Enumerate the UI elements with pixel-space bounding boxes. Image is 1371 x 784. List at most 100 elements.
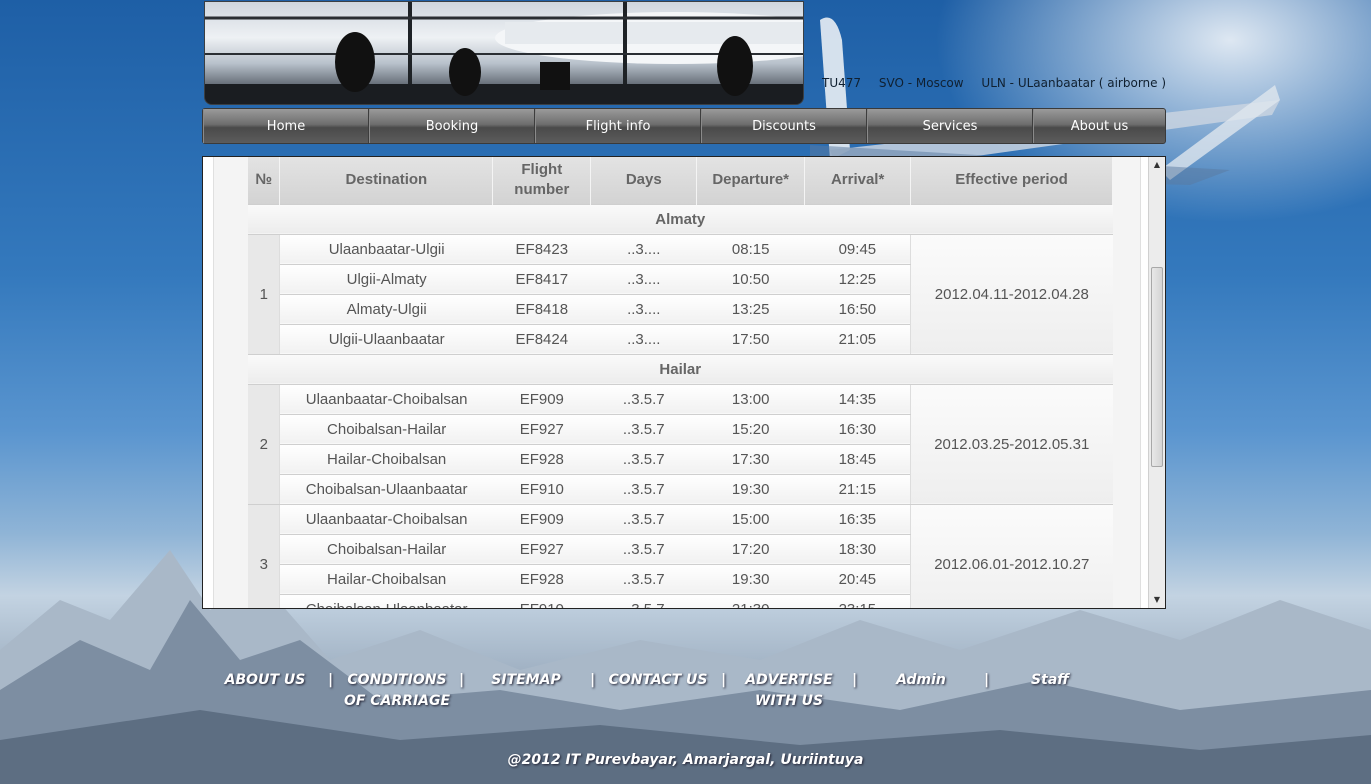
arrival-cell: 16:50 — [804, 294, 911, 325]
schedule-number: 3 — [248, 504, 281, 608]
arrival-cell: 23:15 — [804, 594, 911, 608]
departure-cell: 10:50 — [696, 264, 805, 295]
footer-link-admin[interactable]: Admin — [896, 670, 946, 691]
flight-number-cell: EF910 — [492, 594, 591, 608]
arrival-cell: 09:45 — [804, 234, 911, 265]
table-row: 1 Ulaanbaatar-Ulgii EF8423 ..3.... 08:15 09:4… — [248, 234, 1113, 355]
footer-link-staff[interactable]: Staff — [1028, 670, 1072, 691]
destination-cell: Ulaanbaatar-Choibalsan — [279, 384, 493, 415]
footer-link-conditions-of-carriage[interactable]: CONDITIONS OF CARRIAGE — [342, 670, 452, 712]
days-cell: ..3.5.7 — [590, 504, 697, 535]
content-frame: № Destination Flight number Days Departu… — [202, 156, 1166, 609]
table-row: 2 Ulaanbaatar-Choibalsan EF909 ..3.5.7 13:00… — [248, 384, 1113, 505]
table-group-row: Almaty — [248, 203, 1113, 235]
departure-cell: 13:00 — [696, 384, 805, 415]
flight-code: TU477 — [822, 76, 862, 90]
airport-silhouette-image — [205, 2, 803, 104]
flight-number-cell: EF927 — [492, 534, 591, 565]
departure-cell: 08:15 — [696, 234, 805, 265]
departure-cell: 17:50 — [696, 324, 805, 355]
departure-cell: 15:00 — [696, 504, 805, 535]
header-banner-image — [204, 1, 804, 105]
destination-cell: Ulgii-Almaty — [279, 264, 493, 295]
days-cell: ..3.... — [590, 294, 697, 325]
flight-status-ticker: TU477 SVO - Moscow ULN - ULaanbaatar ( a… — [822, 76, 1180, 90]
nav-booking[interactable]: Booking — [369, 109, 535, 143]
scrollbar-thumb[interactable] — [1151, 267, 1163, 467]
table-body: Almaty 1 Ulaanbaatar-Ulgii EF8423 ..3.... 08:… — [248, 203, 1113, 608]
departure-cell: 15:20 — [696, 414, 805, 445]
footer-separator: | — [984, 672, 990, 688]
destination-cell: Ulaanbaatar-Choibalsan — [279, 504, 493, 535]
footer-separator: | — [721, 672, 727, 688]
days-cell: ..3.... — [590, 234, 697, 265]
days-cell: ..3.5.7 — [590, 474, 697, 505]
copyright-text: @2012 IT Purevbayar, Amarjargal, Uuriint… — [507, 752, 864, 768]
table-row: 3 Ulaanbaatar-Choibalsan EF909 ..3.5.7 15:00… — [248, 504, 1113, 608]
days-cell: ..3.5.7 — [590, 414, 697, 445]
footer-link-advertise-with-us[interactable]: ADVERTISE WITH US — [740, 670, 838, 712]
nav-flight-info[interactable]: Flight info — [535, 109, 701, 143]
destination-cell: Hailar-Choibalsan — [279, 564, 493, 595]
group-destination-label: Almaty — [248, 203, 1113, 235]
nav-home[interactable]: Home — [203, 109, 369, 143]
schedule-panel: № Destination Flight number Days Departu… — [213, 157, 1141, 608]
footer-link-about-us[interactable]: ABOUT US — [224, 670, 306, 691]
days-cell: ..3.5.7 — [590, 444, 697, 475]
col-header-destination: Destination — [279, 157, 494, 204]
days-cell: ..3.5.7 — [590, 594, 697, 608]
departure-cell: 17:20 — [696, 534, 805, 565]
arrival-cell: 16:30 — [804, 414, 911, 445]
days-cell: ..3.5.7 — [590, 564, 697, 595]
nav-services[interactable]: Services — [867, 109, 1033, 143]
footer-separator: | — [459, 672, 465, 688]
table-group-row: Hailar — [248, 353, 1113, 385]
col-header-arrival: Arrival* — [804, 157, 912, 204]
arrival-cell: 21:15 — [804, 474, 911, 505]
table-header-row: № Destination Flight number Days Departu… — [248, 157, 1113, 204]
flight-number-cell: EF910 — [492, 474, 591, 505]
footer-link-contact-us[interactable]: CONTACT US — [606, 670, 710, 691]
destination-cell: Almaty-Ulgii — [279, 294, 493, 325]
destination-cell: Ulaanbaatar-Ulgii — [279, 234, 493, 265]
flight-number-cell: EF909 — [492, 504, 591, 535]
effective-period-cell: 2012.03.25-2012.05.31 — [910, 384, 1113, 505]
destination-cell: Choibalsan-Ulaanbaatar — [279, 474, 493, 505]
days-cell: ..3.5.7 — [590, 534, 697, 565]
col-header-flight-number: Flight number — [492, 157, 592, 204]
departure-cell: 17:30 — [696, 444, 805, 475]
flight-number-cell: EF8423 — [492, 234, 591, 265]
flight-number-cell: EF927 — [492, 414, 591, 445]
flight-number-cell: EF8418 — [492, 294, 591, 325]
destination-cell: Choibalsan-Ulaanbaatar — [279, 594, 493, 608]
scroll-up-arrow-icon[interactable]: ▲ — [1149, 157, 1165, 173]
departure-cell: 21:30 — [696, 594, 805, 608]
nav-about-us[interactable]: About us — [1033, 109, 1165, 143]
col-header-num: № — [248, 157, 281, 204]
footer-link-sitemap[interactable]: SITEMAP — [490, 670, 562, 691]
schedule-number: 2 — [248, 384, 281, 505]
arrival-cell: 20:45 — [804, 564, 911, 595]
destination-cell: Hailar-Choibalsan — [279, 444, 493, 475]
col-header-departure: Departure* — [696, 157, 806, 204]
days-cell: ..3.... — [590, 264, 697, 295]
scroll-down-arrow-icon[interactable]: ▼ — [1149, 592, 1165, 608]
nav-discounts[interactable]: Discounts — [701, 109, 867, 143]
days-cell: ..3.5.7 — [590, 384, 697, 415]
flight-number-cell: EF928 — [492, 564, 591, 595]
col-header-effective-period: Effective period — [910, 157, 1113, 204]
main-navigation: Home Booking Flight info Discounts Servi… — [202, 108, 1166, 144]
schedule-number: 1 — [248, 234, 281, 355]
days-cell: ..3.... — [590, 324, 697, 355]
flight-number-cell: EF8424 — [492, 324, 591, 355]
effective-period-cell: 2012.06.01-2012.10.27 — [910, 504, 1113, 608]
flight-schedule-table: № Destination Flight number Days Departu… — [248, 157, 1113, 608]
departure-cell: 13:25 — [696, 294, 805, 325]
flight-number-cell: EF8417 — [492, 264, 591, 295]
departure-cell: 19:30 — [696, 474, 805, 505]
vertical-scrollbar[interactable]: ▲ ▼ — [1148, 157, 1165, 608]
flight-destination: ULN - ULaanbaatar ( airborne ) — [981, 76, 1167, 90]
arrival-cell: 18:45 — [804, 444, 911, 475]
footer-separator: | — [852, 672, 858, 688]
col-header-days: Days — [590, 157, 698, 204]
